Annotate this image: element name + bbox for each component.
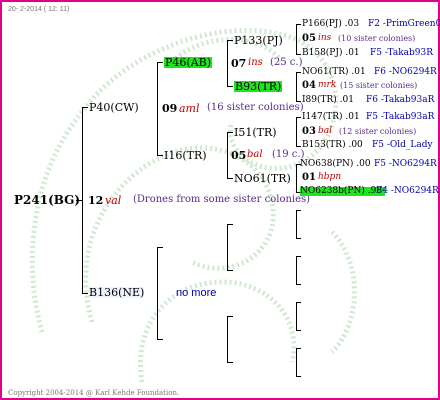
connector-gen3-3 <box>227 224 228 270</box>
gen4-breeder-b: mrk <box>318 80 337 90</box>
connector-gen4-6 <box>296 256 297 284</box>
connector-gen3-1a <box>227 40 233 41</box>
root-breeder: val <box>105 194 122 207</box>
connector-gen3-2a <box>227 132 233 133</box>
gen3-i51-breeder: bal <box>247 149 263 160</box>
connector-gen3-3a <box>227 224 233 225</box>
connector-gen4-7 <box>296 302 297 330</box>
connector-gen4-5a <box>296 210 301 211</box>
connector-gen4-6b <box>296 284 301 285</box>
gen4-no61-extra: F6 -NO6294R <box>374 67 437 77</box>
connector-gen3-4b <box>227 362 233 363</box>
connector-gen4-2a <box>296 72 301 73</box>
connector-gen2-upper-vertical <box>157 62 158 155</box>
gen4-year-c: 03 <box>302 126 316 137</box>
connector-gen3-1b <box>227 86 233 87</box>
gen3-p133-note: (25 c.) <box>270 57 303 68</box>
connector-gen4-1b <box>296 54 301 55</box>
gen4-note-c: (12 sister colonies) <box>339 127 417 136</box>
connector-gen2-lower-top <box>157 247 163 248</box>
sire-breeder: aml <box>179 102 200 115</box>
gen3-no61[interactable]: NO61(TR) <box>234 173 291 184</box>
gen4-b158-extra: F5 -Takab93R <box>370 48 434 58</box>
gen4-breeder-a: ins <box>318 33 332 43</box>
connector-i16 <box>157 155 163 156</box>
gen4-no638-extra: F5 -NO6294R <box>374 159 437 169</box>
connector-gen4-8a <box>296 348 301 349</box>
gen3-i51[interactable]: I51(TR) <box>234 127 277 138</box>
gen4-note-a: (10 sister colonies) <box>338 34 416 43</box>
connector-gen4-3b <box>296 146 301 147</box>
gen4-breeder-d: hbpn <box>318 172 342 182</box>
gen4-p166[interactable]: P166(PJ) .03 <box>302 20 359 29</box>
gen4-breeder-c: bal <box>318 126 333 136</box>
gen3-p133-breeder: ins <box>248 57 263 68</box>
connector-gen3-3b <box>227 270 233 271</box>
header-date: 20- 2-2014 ( 12: 11) <box>8 6 70 13</box>
sire-year: 09 <box>162 102 178 115</box>
copyright: Copyright 2004-2014 @ Karl Kehde Foundat… <box>8 389 180 397</box>
root-year: 12 <box>88 194 104 207</box>
root-queen-id[interactable]: P241(BG) <box>14 194 80 206</box>
gen4-b158[interactable]: B158(PJ) .01 <box>302 49 360 58</box>
connector-gen4-1 <box>296 24 297 54</box>
dam-no-more: no more <box>176 287 217 299</box>
gen4-no6238b[interactable]: NO6238b(PN) .98 <box>300 187 386 196</box>
sire-queen-id[interactable]: P40(CW) <box>89 102 139 113</box>
connector-gen4-2 <box>296 72 297 101</box>
gen4-no6238b-extra: F4 -NO6294R <box>376 186 439 196</box>
pedigree-frame: 20- 2-2014 ( 12: 11) P241(BG) 12 val (Dr… <box>0 0 440 400</box>
connector-gen4-3a <box>296 117 301 118</box>
connector-gen3-4 <box>227 316 228 362</box>
gen4-i89-extra: F6 -Takab93aR <box>366 95 435 105</box>
connector-gen4-1a <box>296 24 301 25</box>
gen2-i16[interactable]: I16(TR) <box>164 150 207 161</box>
connector-gen2-lower-vertical <box>157 247 158 339</box>
connector-gen4-8b <box>296 376 301 377</box>
gen4-year-b: 04 <box>302 80 316 91</box>
connector-gen3-4a <box>227 316 233 317</box>
gen3-i51-year: 05 <box>231 149 247 162</box>
connector-gen4-4 <box>296 164 297 192</box>
connector-gen4-5b <box>296 238 301 239</box>
connector-p40 <box>82 107 88 108</box>
root-drone-note: (Drones from some sister colonies) <box>133 194 311 205</box>
connector-gen4-5 <box>296 210 297 238</box>
connector-gen4-6a <box>296 256 301 257</box>
connector-gen4-8 <box>296 348 297 376</box>
connector-gen3-2 <box>227 132 228 178</box>
gen4-year-d: 01 <box>302 172 316 183</box>
connector-gen3-2b <box>227 178 233 179</box>
gen4-b153-extra: F5 -Old_Lady <box>372 140 433 150</box>
gen4-i147[interactable]: I147(TR) .01 <box>302 113 360 122</box>
gen3-p133[interactable]: P133(PJ) <box>234 35 283 46</box>
connector-gen2-lower-bottom <box>157 339 163 340</box>
gen4-no638[interactable]: NO638(PN) .00 <box>300 160 371 169</box>
connector-b136 <box>82 293 88 294</box>
gen2-p46[interactable]: P46(AB) <box>164 57 213 68</box>
gen4-no61[interactable]: NO61(TR) .01 <box>302 68 366 77</box>
gen4-i147-extra: F5 -Takab93aR <box>366 112 435 122</box>
gen3-p133-year: 07 <box>231 57 247 70</box>
gen3-b93[interactable]: B93(TR) <box>234 81 283 92</box>
gen4-year-a: 05 <box>302 33 316 44</box>
connector-gen4-7a <box>296 302 301 303</box>
gen4-note-b: (15 sister colonies) <box>340 81 418 90</box>
gen4-i89[interactable]: I89(TR) .01 <box>302 96 354 105</box>
connector-gen4-7b <box>296 330 301 331</box>
connector-p46 <box>157 62 163 63</box>
gen4-p166-extra: F2 -PrimGreen00 <box>368 19 440 29</box>
dam-queen-id[interactable]: B136(NE) <box>89 287 145 298</box>
connector-gen3-1 <box>227 40 228 86</box>
connector-gen4-3 <box>296 117 297 146</box>
gen4-b153[interactable]: B153(TR) .00 <box>302 141 363 150</box>
sire-sister-note: (16 sister colonies) <box>207 102 304 113</box>
